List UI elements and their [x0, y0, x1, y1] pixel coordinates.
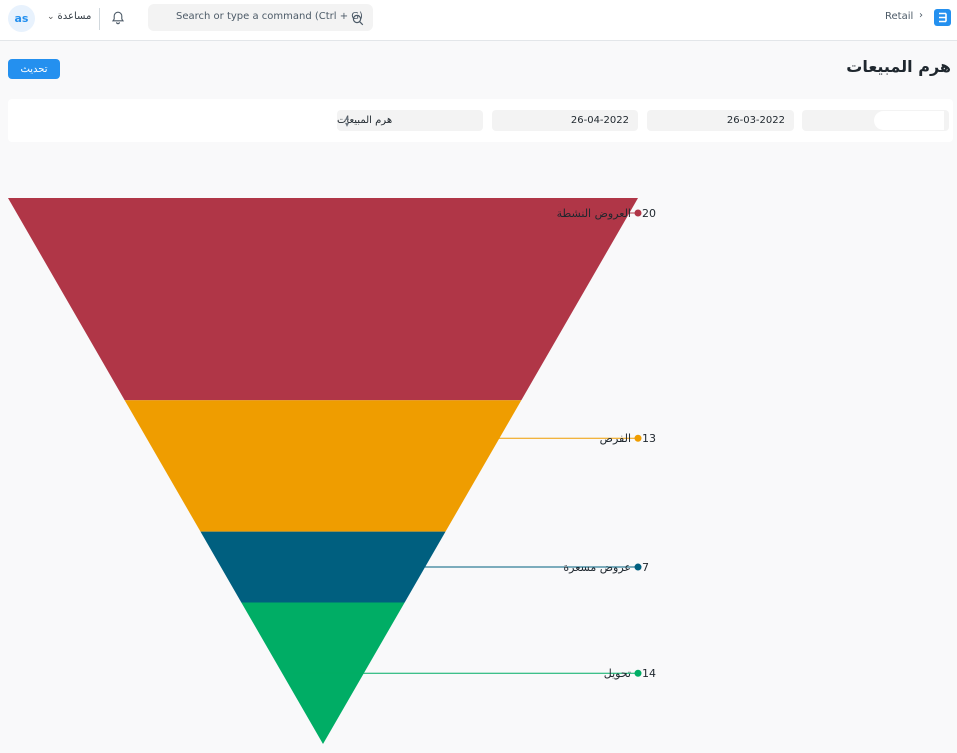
- view-by-select[interactable]: هرم المبيعات ▴ ▾: [337, 110, 483, 131]
- company-field-inner: [874, 111, 944, 130]
- funnel-label-dot: [634, 209, 642, 217]
- search-bar[interactable]: Search or type a command (Ctrl + G): [148, 4, 373, 31]
- breadcrumb-retail[interactable]: Retail: [885, 11, 913, 22]
- funnel-stage-label: عروض مسعرة: [563, 561, 631, 574]
- funnel-value-label: 13: [642, 432, 656, 445]
- sales-funnel-chart: 20 العروض النشطة 13 الفرص 7 عروض مسعرة 14 تحويل: [8, 198, 656, 744]
- funnel-label-dot: [634, 434, 642, 442]
- to-date-value: 26-04-2022: [570, 115, 629, 126]
- funnel-label-dot: [634, 669, 642, 677]
- chevron-down-icon: ⌄: [47, 11, 55, 22]
- navbar-divider: [99, 8, 100, 30]
- funnel-segment[interactable]: [124, 400, 522, 532]
- search-input[interactable]: Search or type a command (Ctrl + G): [176, 11, 363, 22]
- navbar: as مساعدة ⌄ Search or type a command (Ct…: [0, 0, 957, 41]
- user-avatar[interactable]: as: [8, 5, 35, 32]
- from-date-value: 26-03-2022: [726, 115, 785, 126]
- funnel-stage-label: الفرص: [600, 432, 631, 445]
- funnel-value-label: 20: [642, 207, 656, 220]
- funnel-value-label: 14: [642, 667, 656, 680]
- to-date-field[interactable]: 26-04-2022: [492, 110, 638, 131]
- filter-bar: هرم المبيعات ▴ ▾ 26-04-2022 26-03-2022: [8, 99, 953, 142]
- funnel-segment[interactable]: [8, 198, 638, 401]
- page-title: هرم المبيعات: [846, 57, 951, 76]
- funnel-stage-label: تحويل: [604, 667, 631, 680]
- help-label: مساعدة: [57, 11, 92, 22]
- notification-bell-icon[interactable]: [110, 10, 126, 26]
- funnel-value-label: 7: [642, 561, 649, 574]
- app-logo[interactable]: [934, 9, 951, 26]
- company-field[interactable]: [802, 110, 949, 131]
- search-icon: [352, 11, 364, 26]
- funnel-label-dot: [634, 563, 642, 571]
- from-date-field[interactable]: 26-03-2022: [647, 110, 794, 131]
- update-button[interactable]: تحديث: [8, 59, 60, 79]
- breadcrumb-chevron-icon: ›: [919, 10, 923, 21]
- select-arrows-icon: ▴ ▾: [345, 113, 350, 129]
- help-dropdown[interactable]: مساعدة ⌄: [47, 11, 91, 22]
- funnel-stage-label: العروض النشطة: [557, 207, 631, 220]
